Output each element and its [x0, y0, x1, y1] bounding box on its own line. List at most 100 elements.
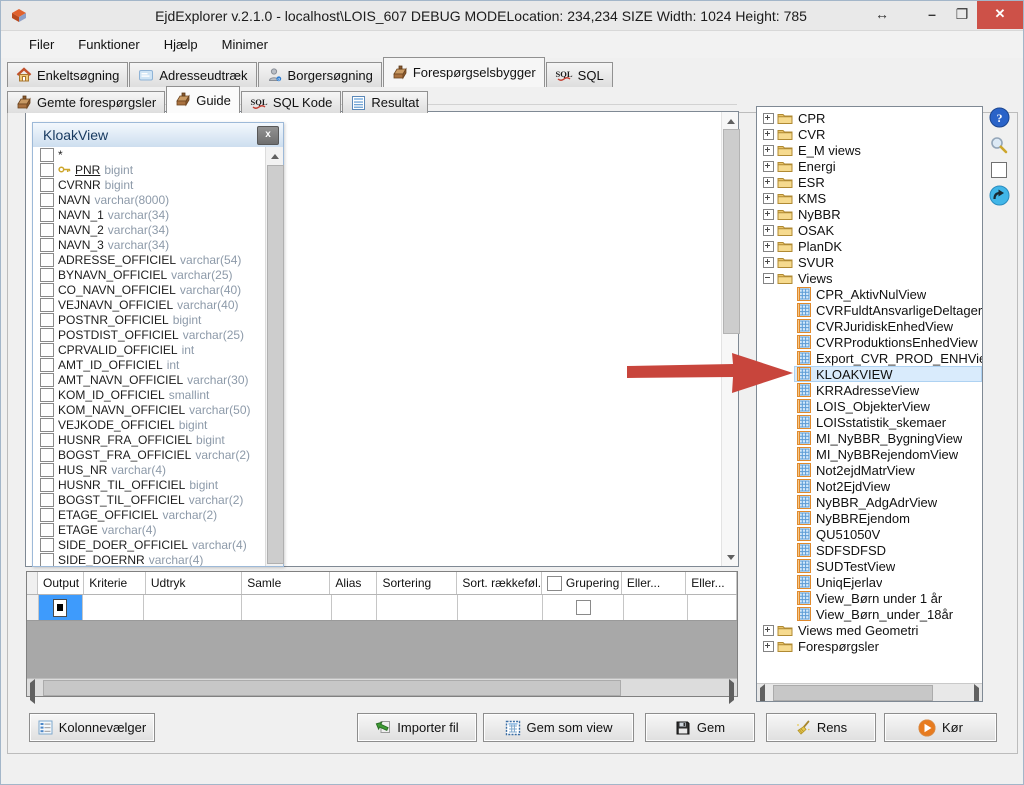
tree-item-svur[interactable]: SVUR — [757, 254, 982, 270]
expand-plus-icon[interactable] — [763, 241, 774, 252]
close-icon[interactable]: x — [257, 126, 279, 145]
menu-item-hj-lp[interactable]: Hjælp — [152, 34, 210, 55]
field-row[interactable]: NAVNvarchar(8000) — [33, 192, 266, 207]
field-checkbox[interactable] — [40, 388, 54, 402]
field-checkbox[interactable] — [40, 148, 54, 162]
tree-item-views-med-geometri[interactable]: Views med Geometri — [757, 622, 982, 638]
tree-item-view-b-rn-under-18-r[interactable]: View_Børn_under_18år — [757, 606, 982, 622]
collapse-minus-icon[interactable] — [763, 273, 774, 284]
subtab-guide[interactable]: Guide — [166, 86, 240, 113]
subtab-resultat[interactable]: Resultat — [342, 91, 428, 113]
field-row[interactable]: BOGST_TIL_OFFICIELvarchar(2) — [33, 492, 266, 507]
tree-item-cpr-aktivnulview[interactable]: CPR_AktivNulView — [757, 286, 982, 302]
field-row[interactable]: CVRNRbigint — [33, 177, 266, 192]
tab-foresp-rgselsbygger[interactable]: Forespørgselsbygger — [383, 57, 545, 87]
tree-item-kms[interactable]: KMS — [757, 190, 982, 206]
tree-item-e-m-views[interactable]: E_M views — [757, 142, 982, 158]
grid-cell-sort-r-kkef-l[interactable] — [458, 595, 544, 620]
field-row[interactable]: KOM_NAVN_OFFICIELvarchar(50) — [33, 402, 266, 417]
kloakview-titlebar[interactable]: KloakView x — [33, 123, 283, 148]
grid-col-kriterie[interactable]: Kriterie — [84, 572, 146, 594]
minimize-button[interactable]: – — [917, 1, 947, 29]
kolonnev-lger-button[interactable]: Kolonnevælger — [29, 713, 155, 742]
field-checkbox[interactable] — [40, 298, 54, 312]
grid-cell-rowheader[interactable] — [27, 595, 39, 620]
field-checkbox[interactable] — [40, 253, 54, 267]
expand-plus-icon[interactable] — [763, 177, 774, 188]
field-row[interactable]: BYNAVN_OFFICIELvarchar(25) — [33, 267, 266, 282]
grid-hscrollbar[interactable] — [27, 678, 737, 696]
menu-item-filer[interactable]: Filer — [17, 34, 66, 55]
tab-sql[interactable]: SQLSQL — [546, 62, 613, 87]
field-checkbox[interactable] — [40, 433, 54, 447]
tree-item-nybbrejendom[interactable]: NyBBREjendom — [757, 510, 982, 526]
tree-item-esr[interactable]: ESR — [757, 174, 982, 190]
resize-icon[interactable]: ↔ — [867, 1, 897, 29]
grid-col-alias[interactable]: Alias — [330, 572, 377, 594]
field-row[interactable]: POSTDIST_OFFICIELvarchar(25) — [33, 327, 266, 342]
canvas-scrollbar[interactable] — [721, 112, 738, 566]
field-checkbox[interactable] — [40, 163, 54, 177]
scroll-thumb[interactable] — [267, 165, 284, 564]
redo-icon[interactable] — [989, 185, 1010, 206]
menu-item-funktioner[interactable]: Funktioner — [66, 34, 151, 55]
tree-item-sdfsdfsd[interactable]: SDFSDFSD — [757, 542, 982, 558]
expand-plus-icon[interactable] — [763, 161, 774, 172]
tree-item-foresp-rgsler[interactable]: Forespørgsler — [757, 638, 982, 654]
rens-button[interactable]: Rens — [766, 713, 876, 742]
grid-cell-sortering[interactable] — [377, 595, 458, 620]
scroll-thumb[interactable] — [723, 129, 740, 334]
scroll-right-icon[interactable] — [974, 688, 979, 702]
field-row[interactable]: SIDE_DOER_OFFICIELvarchar(4) — [33, 537, 266, 552]
expand-plus-icon[interactable] — [763, 625, 774, 636]
field-checkbox[interactable] — [40, 208, 54, 222]
grid-cell-kriterie[interactable] — [83, 595, 144, 620]
field-row[interactable]: * — [33, 147, 266, 162]
tab-adresseudtr-k[interactable]: Adresseudtræk — [129, 62, 256, 87]
tree-item-loisstatistik-skemaer[interactable]: LOISstatistik_skemaer — [757, 414, 982, 430]
maximize-button[interactable]: ❐ — [947, 1, 977, 29]
grid-col-sort-r-kkef-l[interactable]: Sort. rækkeføl... — [457, 572, 542, 594]
expand-plus-icon[interactable] — [763, 257, 774, 268]
grid-cell-eller[interactable] — [688, 595, 737, 620]
expand-plus-icon[interactable] — [763, 113, 774, 124]
field-row[interactable]: PNRbigint — [33, 162, 266, 177]
field-checkbox[interactable] — [40, 193, 54, 207]
field-checkbox[interactable] — [40, 523, 54, 537]
tree-item-nybbr-adgadrview[interactable]: NyBBR_AdgAdrView — [757, 494, 982, 510]
field-row[interactable]: VEJNAVN_OFFICIELvarchar(40) — [33, 297, 266, 312]
field-row[interactable]: AMT_NAVN_OFFICIELvarchar(30) — [33, 372, 266, 387]
field-row[interactable]: SIDE_DOERNRvarchar(4) — [33, 552, 266, 566]
tree-item-mi-nybbr-bygningview[interactable]: MI_NyBBR_BygningView — [757, 430, 982, 446]
field-checkbox[interactable] — [40, 283, 54, 297]
field-checkbox[interactable] — [40, 478, 54, 492]
output-checked-cell[interactable] — [53, 599, 67, 617]
field-row[interactable]: BOGST_FRA_OFFICIELvarchar(2) — [33, 447, 266, 462]
field-checkbox[interactable] — [40, 493, 54, 507]
field-row[interactable]: AMT_ID_OFFICIELint — [33, 357, 266, 372]
grid-col-sortering[interactable]: Sortering — [377, 572, 457, 594]
field-row[interactable]: NAVN_2varchar(34) — [33, 222, 266, 237]
tree-item-cvrjuridiskenhedview[interactable]: CVRJuridiskEnhedView — [757, 318, 982, 334]
expand-plus-icon[interactable] — [763, 193, 774, 204]
grupering-header-checkbox[interactable] — [547, 576, 562, 591]
tree-item-osak[interactable]: OSAK — [757, 222, 982, 238]
grid-cell-samle[interactable] — [242, 595, 331, 620]
gem-som-view-button[interactable]: Gem som view — [483, 713, 634, 742]
grid-row[interactable] — [27, 595, 737, 621]
field-checkbox[interactable] — [40, 343, 54, 357]
expand-plus-icon[interactable] — [763, 129, 774, 140]
tree-item-not2ejdmatrview[interactable]: Not2ejdMatrView — [757, 462, 982, 478]
tree-item-kloakview[interactable]: KLOAKVIEW — [757, 366, 982, 382]
field-checkbox[interactable] — [40, 403, 54, 417]
grid-col-samle[interactable]: Samle — [242, 572, 330, 594]
tree-item-export-cvr-prod-enhview[interactable]: Export_CVR_PROD_ENHView — [757, 350, 982, 366]
field-row[interactable]: HUSNR_FRA_OFFICIELbigint — [33, 432, 266, 447]
field-checkbox[interactable] — [40, 538, 54, 552]
expand-plus-icon[interactable] — [763, 209, 774, 220]
tree-item-plandk[interactable]: PlanDK — [757, 238, 982, 254]
scroll-left-icon[interactable] — [760, 688, 765, 702]
scroll-up-icon[interactable] — [722, 115, 739, 127]
field-row[interactable]: CPRVALID_OFFICIELint — [33, 342, 266, 357]
field-row[interactable]: POSTNR_OFFICIELbigint — [33, 312, 266, 327]
